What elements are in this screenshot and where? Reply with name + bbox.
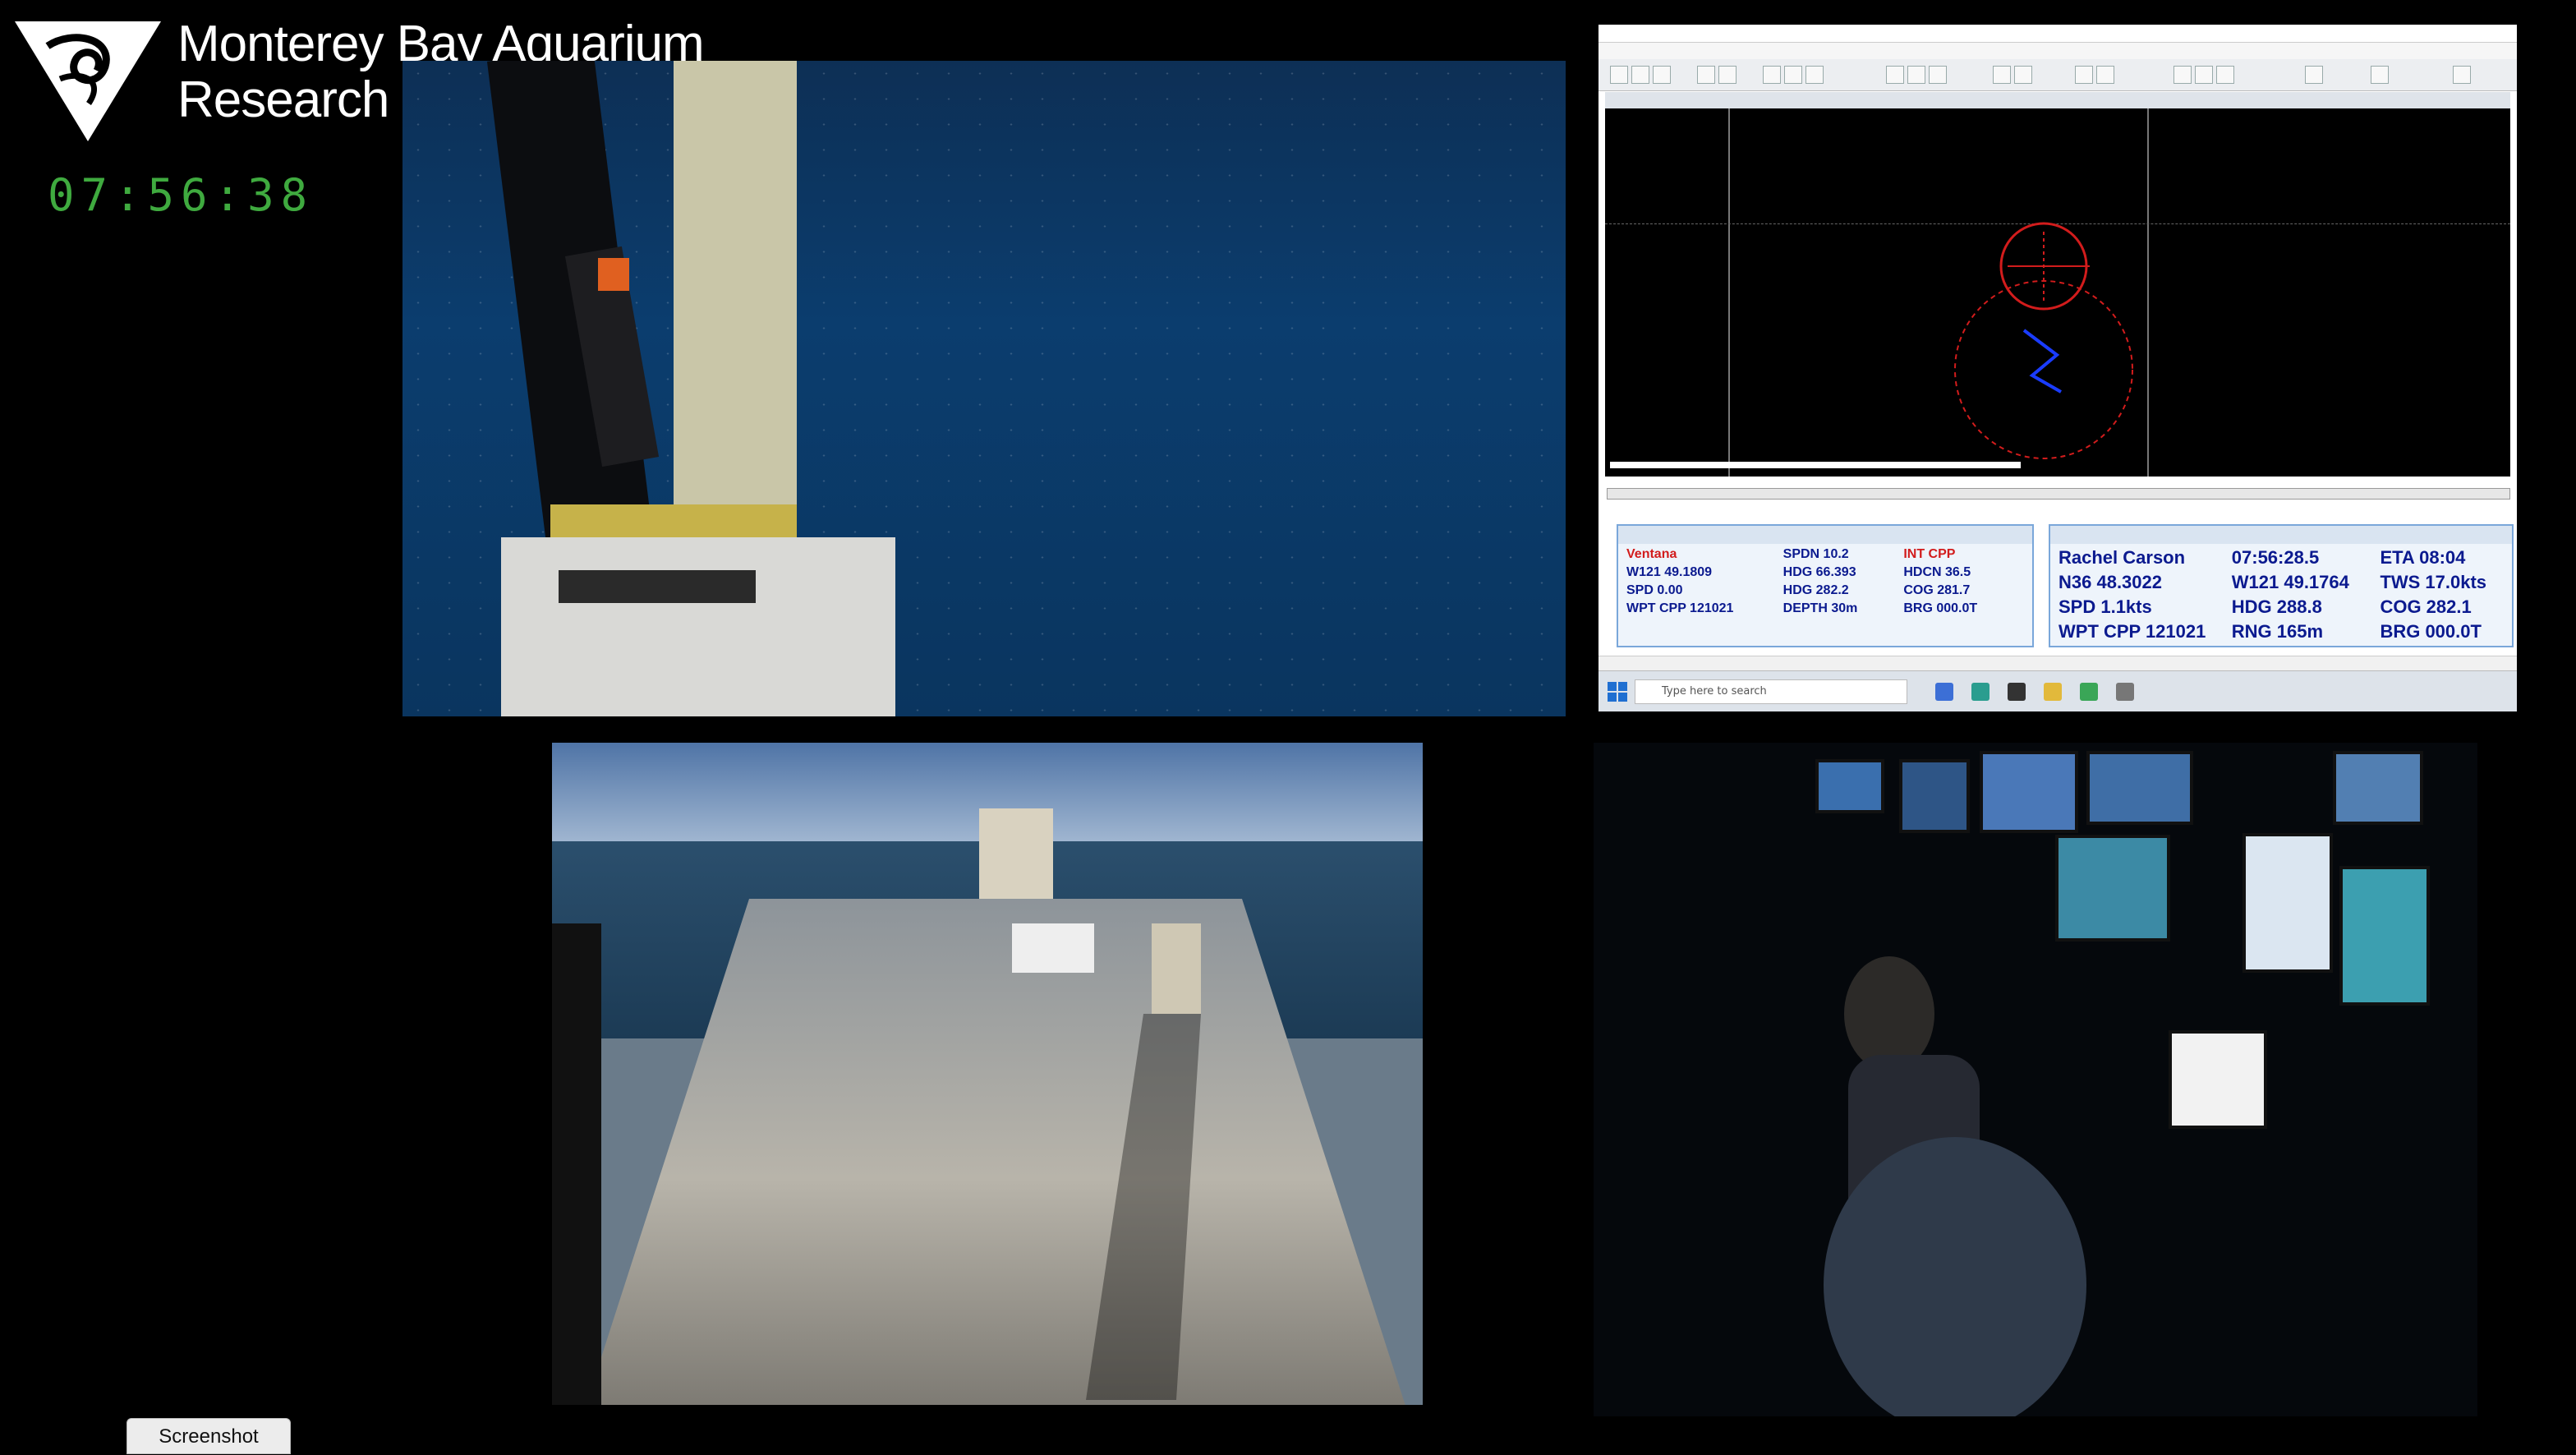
- status-cell: BRG 000.0T: [1903, 601, 1978, 615]
- navigation-software-window: Ventana SPDN 10.2 INT CPP W121 49.1809 H…: [1598, 25, 2517, 711]
- status-cell: HDG 288.8: [2231, 596, 2322, 617]
- status-cell: INT CPP: [1903, 547, 1956, 561]
- nav-window-menubar[interactable]: [1598, 43, 2517, 59]
- windows-start-icon[interactable]: [1607, 681, 1628, 702]
- toolbar-button[interactable]: [1610, 66, 1628, 84]
- toolbar-button[interactable]: [2096, 66, 2114, 84]
- toolbar-button[interactable]: [1907, 66, 1925, 84]
- vehicle-status-grid: Ventana SPDN 10.2 INT CPP W121 49.1809 H…: [1618, 544, 2032, 619]
- status-cell: SPDN 10.2: [1782, 547, 1849, 561]
- status-cell: COG 282.1: [2380, 596, 2472, 617]
- control-room-camera-panel: [1594, 743, 2477, 1416]
- nav-map-titlebar: [1605, 92, 2510, 108]
- screenshot-button[interactable]: Screenshot: [126, 1418, 291, 1454]
- nav-scrollbar[interactable]: [1607, 488, 2510, 500]
- operators-icon: [1824, 956, 2086, 1416]
- toolbar-button[interactable]: [2075, 66, 2093, 84]
- rov-camera-panel: [402, 61, 1566, 716]
- status-cell: HDG 282.2: [1782, 583, 1849, 597]
- clock: 07:56:38: [48, 169, 315, 221]
- status-cell: W121 49.1764: [2231, 572, 2349, 592]
- toolbar-button[interactable]: [1784, 66, 1802, 84]
- toolbar-button[interactable]: [2195, 66, 2213, 84]
- status-cell: TWS 17.0kts: [2380, 572, 2487, 592]
- status-cell: COG 281.7: [1903, 583, 1971, 597]
- toolbar-button[interactable]: [1886, 66, 1904, 84]
- vehicle-status-header: [1618, 526, 2032, 544]
- status-cell: WPT CPP 121021: [2058, 621, 2206, 642]
- toolbar-button[interactable]: [2174, 66, 2192, 84]
- taskbar-app-icon[interactable]: [1935, 683, 1953, 701]
- taskbar-app-icon[interactable]: [2080, 683, 2098, 701]
- status-cell: N36 48.3022: [2058, 572, 2162, 592]
- status-cell: HDCN 36.5: [1903, 565, 1971, 579]
- nav-window-toolbar: [1598, 59, 2517, 91]
- vehicle-track: [2022, 329, 2062, 394]
- toolbar-button[interactable]: [1718, 66, 1736, 84]
- ship-status-grid: Rachel Carson 07:56:28.5 ETA 08:04 N36 4…: [2050, 544, 2512, 646]
- toolbar-button[interactable]: [2305, 66, 2323, 84]
- taskbar-app-icon[interactable]: [2116, 683, 2134, 701]
- status-cell: HDG 66.393: [1782, 565, 1856, 579]
- toolbar-button[interactable]: [1929, 66, 1947, 84]
- rov-sampler-icon: [486, 61, 895, 716]
- nav-map-display[interactable]: [1605, 108, 2510, 477]
- status-cell: 07:56:28.5: [2231, 547, 2320, 568]
- toolbar-button[interactable]: [1697, 66, 1715, 84]
- windows-taskbar: Type here to search: [1598, 670, 2517, 711]
- toolbar-button[interactable]: [1653, 66, 1671, 84]
- deck-equipment-icon: [552, 808, 1201, 1405]
- status-vehicle-name: Ventana: [1626, 547, 1677, 561]
- status-cell: SPD 0.00: [1626, 583, 1683, 597]
- ship-deck-camera-panel: [552, 743, 1423, 1405]
- ship-status-header: [2050, 526, 2512, 544]
- mbari-logo-icon: [15, 21, 161, 141]
- nav-window-titlebar: [1598, 25, 2517, 43]
- status-cell: W121 49.1809: [1626, 565, 1713, 579]
- toolbar-button[interactable]: [2216, 66, 2234, 84]
- taskbar-app-icon[interactable]: [2008, 683, 2026, 701]
- nav-plot: [1610, 222, 2133, 468]
- nav-window-statusbar: [1598, 656, 2517, 670]
- toolbar-button[interactable]: [1763, 66, 1781, 84]
- toolbar-button[interactable]: [1806, 66, 1824, 84]
- toolbar-button[interactable]: [1993, 66, 2011, 84]
- vehicle-status-panel: Ventana SPDN 10.2 INT CPP W121 49.1809 H…: [1617, 524, 2034, 647]
- toolbar-button[interactable]: [2371, 66, 2389, 84]
- vehicle-range-ring: [1954, 280, 2133, 459]
- status-cell: SPD 1.1kts: [2058, 596, 2152, 617]
- taskbar-search-input[interactable]: Type here to search: [1635, 679, 1907, 704]
- taskbar-app-icon[interactable]: [1971, 683, 1990, 701]
- taskbar-folder-icon[interactable]: [2044, 683, 2062, 701]
- toolbar-button[interactable]: [2453, 66, 2471, 84]
- status-cell: RNG 165m: [2231, 621, 2324, 642]
- toolbar-button[interactable]: [2014, 66, 2032, 84]
- status-cell: DEPTH 30m: [1782, 601, 1858, 615]
- ship-status-panel: Rachel Carson 07:56:28.5 ETA 08:04 N36 4…: [2049, 524, 2514, 647]
- status-cell: BRG 000.0T: [2380, 621, 2482, 642]
- status-cell: WPT CPP 121021: [1626, 601, 1734, 615]
- toolbar-button[interactable]: [1631, 66, 1649, 84]
- status-cell: ETA 08:04: [2380, 547, 2466, 568]
- status-ship-name: Rachel Carson: [2058, 547, 2186, 568]
